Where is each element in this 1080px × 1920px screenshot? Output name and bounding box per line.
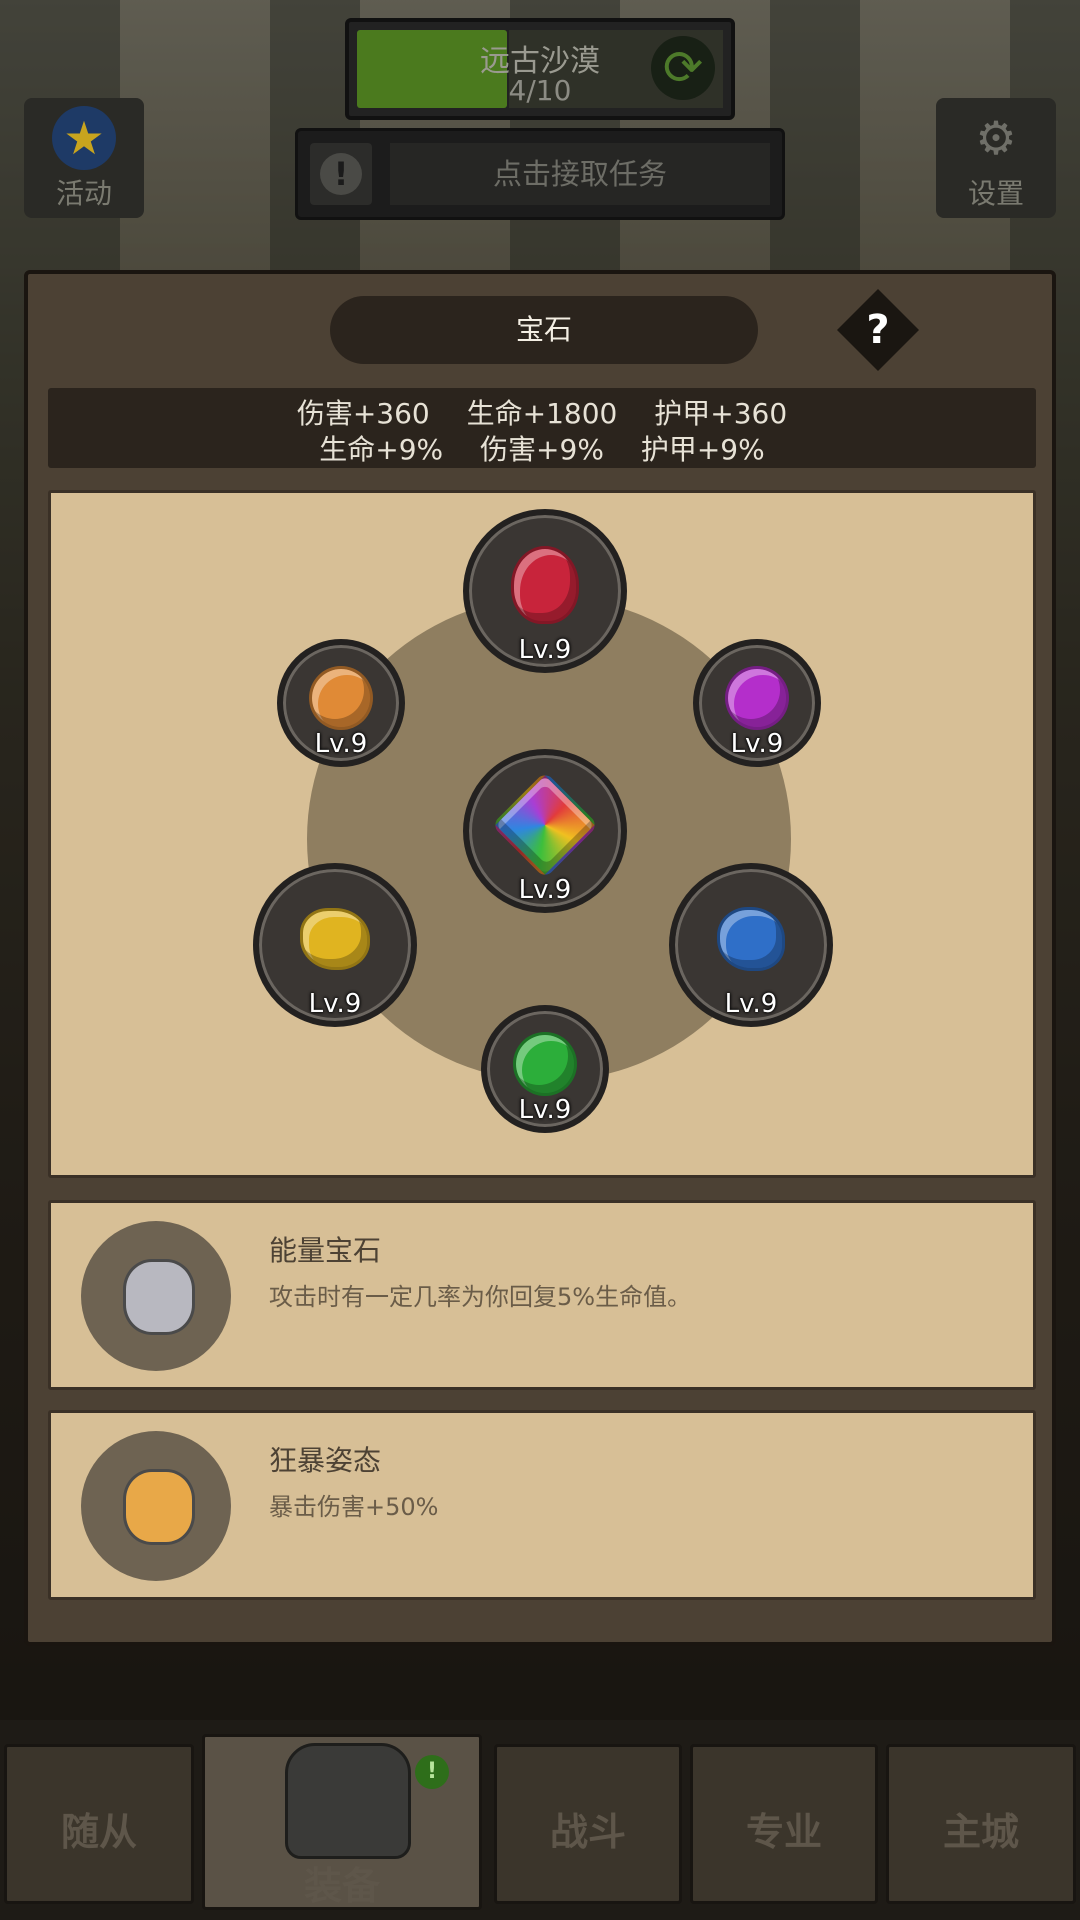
- orange-gem-icon: [309, 666, 373, 731]
- tab-main-city[interactable]: 主城: [886, 1744, 1076, 1904]
- green-gem-icon: [513, 1032, 577, 1097]
- rainbow-gem-icon: [491, 771, 599, 879]
- silver-gem-icon: [123, 1259, 195, 1335]
- gem-socket-red[interactable]: Lv.9: [463, 509, 627, 673]
- help-button[interactable]: ?: [836, 288, 920, 372]
- stat-health: 生命+1800: [466, 397, 618, 430]
- tab-battle[interactable]: 战斗: [494, 1744, 682, 1904]
- activity-label: 活动: [55, 177, 112, 210]
- skill-name: 能量宝石: [269, 1234, 382, 1267]
- task-button-label: 点击接取任务: [390, 143, 770, 205]
- tab-profession[interactable]: 专业: [690, 1744, 878, 1904]
- modal-title-bar: 宝石: [330, 296, 758, 364]
- alert-icon: !: [320, 153, 362, 195]
- blue-gem-icon: [717, 906, 785, 971]
- question-icon: ?: [866, 307, 890, 353]
- stat-armor: 护甲+360: [654, 397, 788, 430]
- activity-button[interactable]: ★ 活动: [24, 98, 144, 218]
- stat-damage: 伤害+360: [296, 397, 430, 430]
- stat-armor-percent: 护甲+9%: [640, 433, 765, 466]
- settings-button[interactable]: ⚙ 设置: [936, 98, 1056, 218]
- gem-socket-green[interactable]: Lv.9: [481, 1005, 609, 1133]
- amber-gem-icon: [123, 1469, 195, 1545]
- gem-socket-yellow[interactable]: Lv.9: [253, 863, 417, 1027]
- tab-equipment[interactable]: ! 装备: [202, 1734, 482, 1910]
- skill-card-energy-gem[interactable]: 能量宝石 攻击时有一定几率为你回复5%生命值。: [48, 1200, 1036, 1390]
- gem-socket-center[interactable]: Lv.9: [463, 749, 627, 913]
- armor-icon: [285, 1743, 411, 1859]
- yellow-gem-icon: [300, 907, 370, 970]
- gem-socket-orange[interactable]: Lv.9: [277, 639, 405, 767]
- skill-description: 暴击伤害+50%: [269, 1493, 439, 1521]
- gear-icon: ⚙: [975, 111, 1017, 165]
- gem-socket-blue[interactable]: Lv.9: [669, 863, 833, 1027]
- skill-name: 狂暴姿态: [269, 1444, 382, 1477]
- notification-badge: !: [415, 1755, 449, 1789]
- gem-socket-panel: Lv.9 Lv.9 Lv.9 Lv.9 Lv.9 Lv.9 Lv.9: [48, 490, 1036, 1178]
- skill-card-berserk-stance[interactable]: 狂暴姿态 暴击伤害+50%: [48, 1410, 1036, 1600]
- stat-health-percent: 生命+9%: [319, 433, 444, 466]
- accept-task-button[interactable]: ! 点击接取任务: [295, 128, 785, 220]
- stage-progress-bar: 远古沙漠 4/10 ⟳: [345, 18, 735, 120]
- skill-description: 攻击时有一定几率为你回复5%生命值。: [269, 1283, 692, 1311]
- settings-label: 设置: [967, 177, 1024, 210]
- gem-stats-summary: 伤害+360 生命+1800 护甲+360 生命+9% 伤害+9% 护甲+9%: [48, 388, 1036, 468]
- refresh-icon[interactable]: ⟳: [651, 36, 715, 100]
- tab-followers[interactable]: 随从: [4, 1744, 194, 1904]
- gem-socket-purple[interactable]: Lv.9: [693, 639, 821, 767]
- modal-title: 宝石: [515, 313, 572, 346]
- stat-damage-percent: 伤害+9%: [480, 433, 604, 466]
- purple-gem-icon: [725, 666, 789, 731]
- star-icon: ★: [52, 106, 116, 170]
- bottom-nav: 随从 ! 装备 战斗 专业 主城: [0, 1720, 1080, 1920]
- red-gem-icon: [511, 545, 579, 624]
- gem-modal: 宝石 ? 伤害+360 生命+1800 护甲+360 生命+9% 伤害+9% 护…: [24, 270, 1056, 1646]
